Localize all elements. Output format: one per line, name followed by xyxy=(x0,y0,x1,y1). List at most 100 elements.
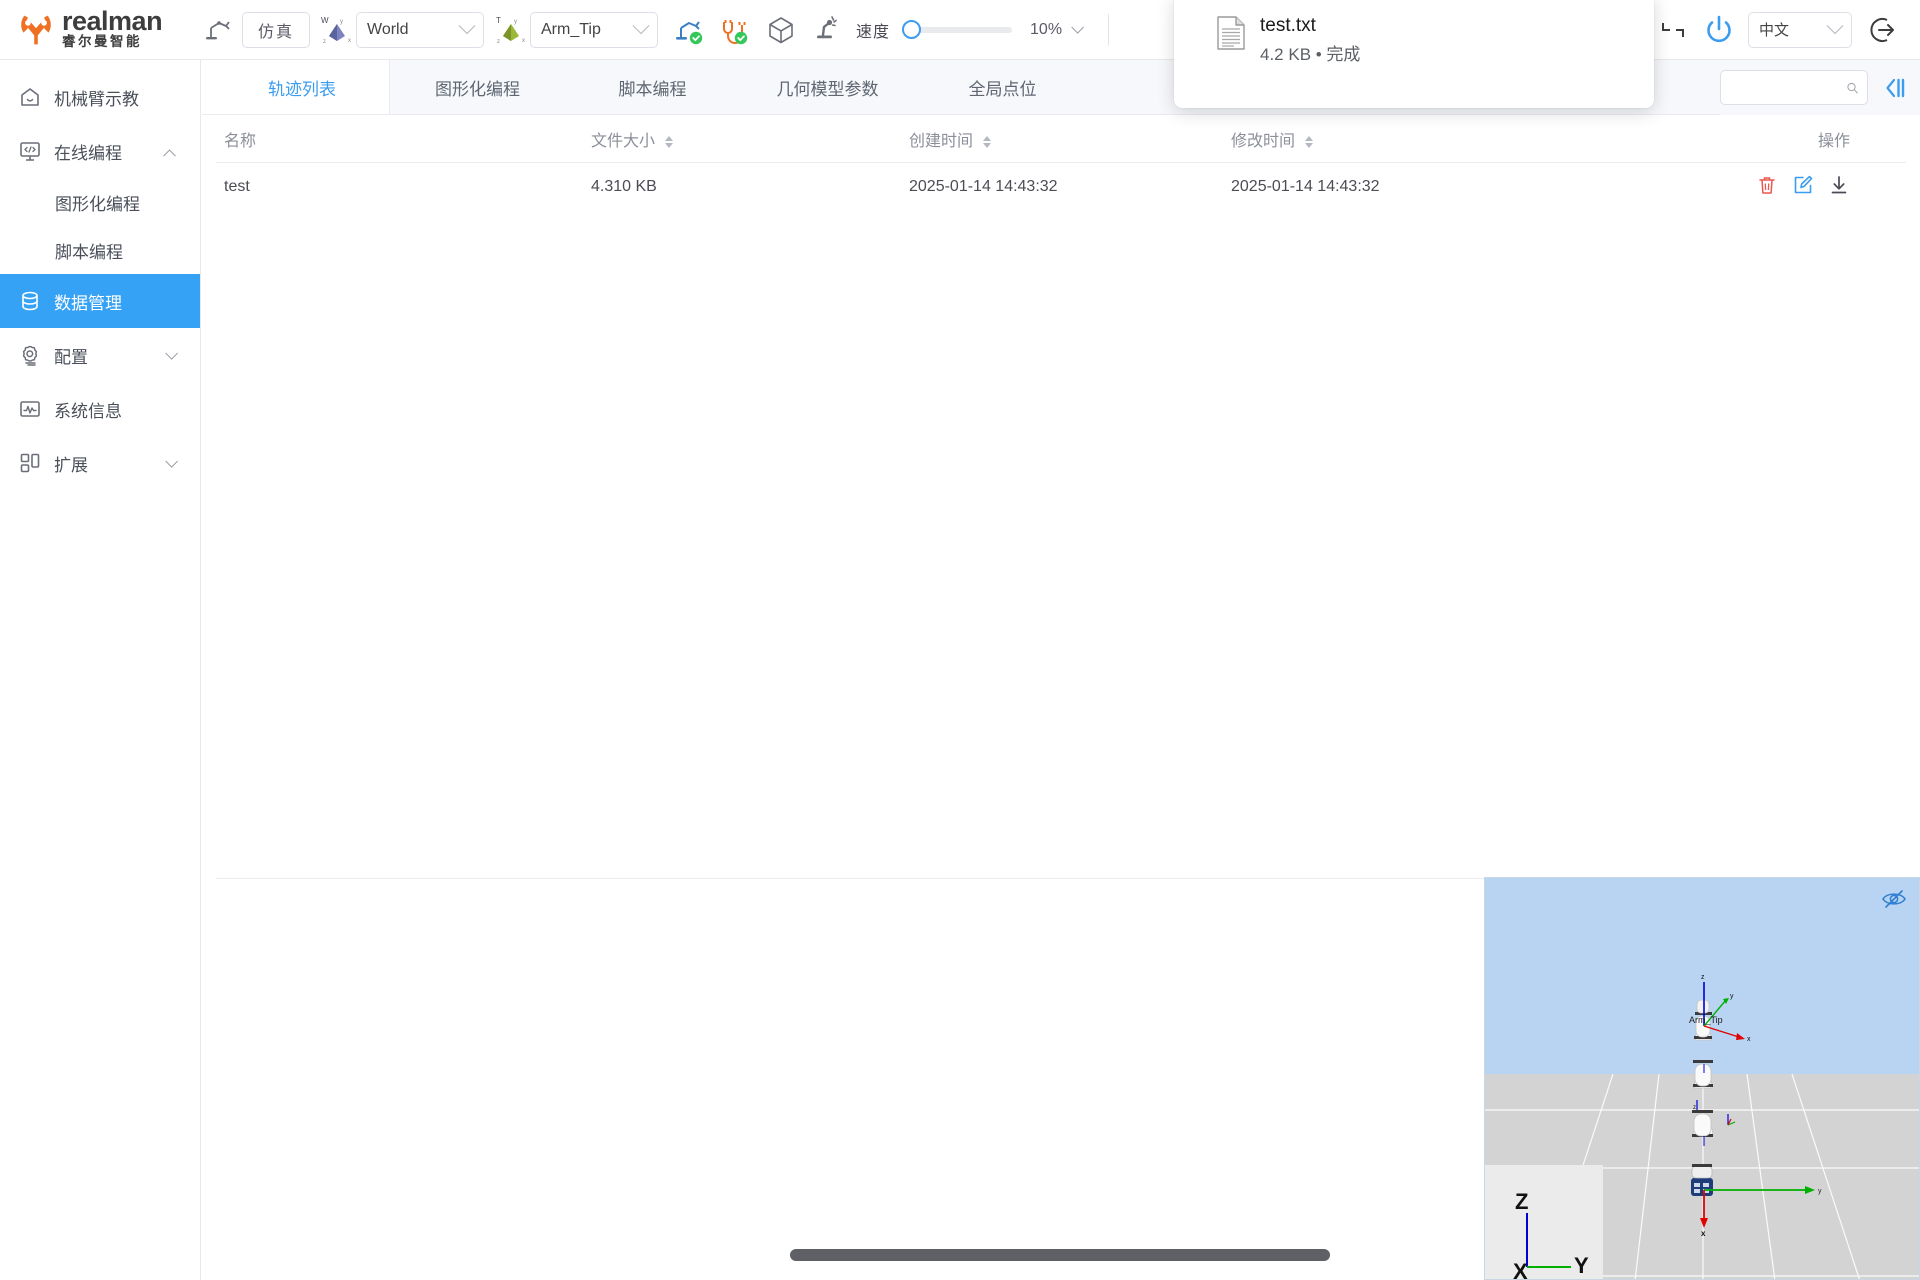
file-document-icon xyxy=(1216,16,1246,50)
tab-graphical-programming[interactable]: 图形化编程 xyxy=(390,60,565,114)
search-input[interactable] xyxy=(1729,80,1846,96)
robot-connected-icon[interactable] xyxy=(672,13,706,47)
cable-connected-icon[interactable] xyxy=(718,13,752,47)
tab-geometry-model-params[interactable]: 几何模型参数 xyxy=(740,60,915,114)
cell-size: 4.310 KB xyxy=(591,178,909,196)
cell-operations xyxy=(1661,174,1906,201)
logout-icon[interactable] xyxy=(1866,13,1900,47)
collision-alert-icon[interactable] xyxy=(810,13,844,47)
table-header-size-label: 文件大小 xyxy=(591,133,655,150)
svg-text:W: W xyxy=(321,16,329,25)
sidebar-item-data-management[interactable]: 数据管理 xyxy=(0,274,200,328)
sidebar-item-robot-teach[interactable]: 机械臂示教 xyxy=(0,70,200,124)
database-icon xyxy=(18,289,42,313)
svg-text:y: y xyxy=(1818,1188,1822,1195)
table-header-created[interactable]: 创建时间 xyxy=(909,127,1231,151)
table-header-modified[interactable]: 修改时间 xyxy=(1231,127,1661,151)
svg-text:x: x xyxy=(522,38,525,44)
chevron-down-icon[interactable] xyxy=(165,455,178,468)
sidebar-subitem-label: 脚本编程 xyxy=(55,238,123,263)
tool-frame-select[interactable]: Arm_Tip xyxy=(530,12,658,48)
table-header-created-label: 创建时间 xyxy=(909,133,973,150)
trajectory-table: 名称 文件大小 创建时间 修改时间 操作 test 4.310 KB 2 xyxy=(202,115,1920,211)
sidebar-subitem-graphical-programming[interactable]: 图形化编程 xyxy=(0,178,200,226)
sidebar-item-label: 扩展 xyxy=(54,451,165,476)
svg-text:x: x xyxy=(1701,1229,1706,1238)
download-filename: test.txt xyxy=(1260,12,1360,40)
home-icon xyxy=(18,85,42,109)
realman-logo-icon xyxy=(18,13,54,47)
speed-value: 10% xyxy=(1030,21,1062,39)
tab-bar-actions xyxy=(1720,60,1920,115)
sidebar-subitem-label: 图形化编程 xyxy=(55,190,140,215)
chevron-down-icon xyxy=(1827,17,1844,34)
svg-text:x: x xyxy=(1747,1036,1751,1043)
tab-global-points[interactable]: 全局点位 xyxy=(915,60,1090,114)
svg-text:y: y xyxy=(514,19,517,25)
sort-toggle-icon[interactable] xyxy=(983,136,991,148)
arm-tip-label: Arm_Tip xyxy=(1689,1015,1723,1025)
sidebar-item-label: 数据管理 xyxy=(54,289,200,314)
sidebar-item-label: 配置 xyxy=(54,343,165,368)
search-icon[interactable] xyxy=(1846,78,1859,98)
sidebar-item-label: 在线编程 xyxy=(54,139,165,164)
table-row[interactable]: test 4.310 KB 2025-01-14 14:43:32 2025-0… xyxy=(216,163,1906,211)
speed-label: 速度 xyxy=(856,18,890,42)
waveform-icon xyxy=(18,397,42,421)
tool-frame-axis-icon: T y z x xyxy=(494,14,528,46)
chevron-down-icon xyxy=(633,17,650,34)
chevron-down-icon[interactable] xyxy=(165,347,178,360)
brand-logo: realman 睿尔曼智能 xyxy=(18,9,188,50)
sidebar-item-extensions[interactable]: 扩展 xyxy=(0,436,200,490)
horizontal-scrollbar[interactable] xyxy=(790,1249,1330,1261)
robot-3d-viewport[interactable]: y x z y x z xyxy=(1484,877,1920,1280)
power-icon[interactable] xyxy=(1702,13,1736,47)
table-header-size[interactable]: 文件大小 xyxy=(591,127,909,151)
brand-name-cn: 睿尔曼智能 xyxy=(62,34,162,50)
svg-text:z: z xyxy=(323,39,326,45)
speed-slider[interactable] xyxy=(902,20,1012,40)
collision-box-icon[interactable] xyxy=(764,13,798,47)
slider-track xyxy=(911,27,1012,33)
download-notification-popup[interactable]: test.txt 4.2 KB • 完成 xyxy=(1174,0,1654,108)
brand-text: realman 睿尔曼智能 xyxy=(62,9,162,50)
fullscreen-icon[interactable] xyxy=(1656,13,1690,47)
cell-created: 2025-01-14 14:43:32 xyxy=(909,178,1231,196)
cell-modified: 2025-01-14 14:43:32 xyxy=(1231,178,1661,196)
delete-icon[interactable] xyxy=(1756,174,1778,196)
sidebar-item-online-programming[interactable]: 在线编程 xyxy=(0,124,200,178)
edit-icon[interactable] xyxy=(1792,174,1814,196)
hide-eye-icon[interactable] xyxy=(1881,888,1907,915)
svg-text:y: y xyxy=(1730,993,1734,1000)
svg-text:z: z xyxy=(1701,974,1705,981)
sort-toggle-icon[interactable] xyxy=(1305,136,1313,148)
row-action-group xyxy=(1756,174,1850,196)
download-icon[interactable] xyxy=(1828,174,1850,196)
robot-teach-icon[interactable] xyxy=(202,13,236,47)
slider-knob[interactable] xyxy=(902,20,921,39)
sidebar-item-configuration[interactable]: 配置 xyxy=(0,328,200,382)
tab-script-programming[interactable]: 脚本编程 xyxy=(565,60,740,114)
svg-text:z: z xyxy=(1693,1105,1696,1111)
simulation-button[interactable]: 仿真 xyxy=(242,12,310,48)
chevron-down-icon[interactable] xyxy=(1071,21,1084,34)
brand-name-en: realman xyxy=(62,9,162,34)
sidebar-item-system-info[interactable]: 系统信息 xyxy=(0,382,200,436)
world-frame-select[interactable]: World xyxy=(356,12,484,48)
search-box[interactable] xyxy=(1720,70,1868,105)
sort-toggle-icon[interactable] xyxy=(665,136,673,148)
axis-orientation-widget: Z Y X xyxy=(1485,1165,1603,1280)
language-select[interactable]: 中文 xyxy=(1748,12,1852,48)
chevron-up-icon[interactable] xyxy=(163,149,176,162)
sidebar-subitem-script-programming[interactable]: 脚本编程 xyxy=(0,226,200,274)
axis-widget-z-label: Z xyxy=(1515,1189,1528,1214)
svg-text:T: T xyxy=(496,16,501,25)
tab-trajectory-list[interactable]: 轨迹列表 xyxy=(215,60,390,114)
table-header-name: 名称 xyxy=(216,127,591,151)
collapse-panel-icon[interactable] xyxy=(1882,75,1908,101)
svg-text:y: y xyxy=(340,19,343,25)
robot-arm-model xyxy=(1691,1000,1713,1196)
download-meta: 4.2 KB • 完成 xyxy=(1260,40,1360,70)
axis-widget-x-label: X xyxy=(1513,1259,1528,1280)
tab-bar: 轨迹列表 图形化编程 脚本编程 几何模型参数 全局点位 xyxy=(202,60,1920,115)
